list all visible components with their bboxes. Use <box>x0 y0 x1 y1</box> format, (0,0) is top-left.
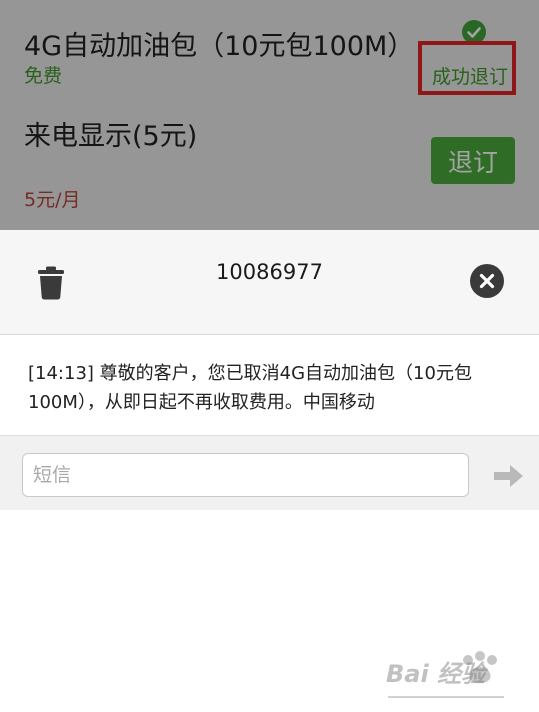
sms-input[interactable] <box>22 453 469 497</box>
close-icon[interactable] <box>470 264 504 298</box>
send-icon[interactable] <box>494 464 524 488</box>
sender-number: 10086977 <box>216 260 323 284</box>
sms-message: [14:13] 尊敬的客户，您已取消4G自动加油包（10元包100M），从即日起… <box>28 363 472 413</box>
sms-panel: 10086977 [14:13] 尊敬的客户，您已取消4G自动加油包（10元包1… <box>0 230 539 698</box>
input-bar: Bai 经验 <box>0 436 539 698</box>
dim-overlay <box>0 0 539 230</box>
panel-header: 10086977 <box>0 230 539 335</box>
watermark-text: Bai 经验 <box>386 660 486 688</box>
message-area: [14:13] 尊敬的客户，您已取消4G自动加油包（10元包100M），从即日起… <box>0 335 539 436</box>
